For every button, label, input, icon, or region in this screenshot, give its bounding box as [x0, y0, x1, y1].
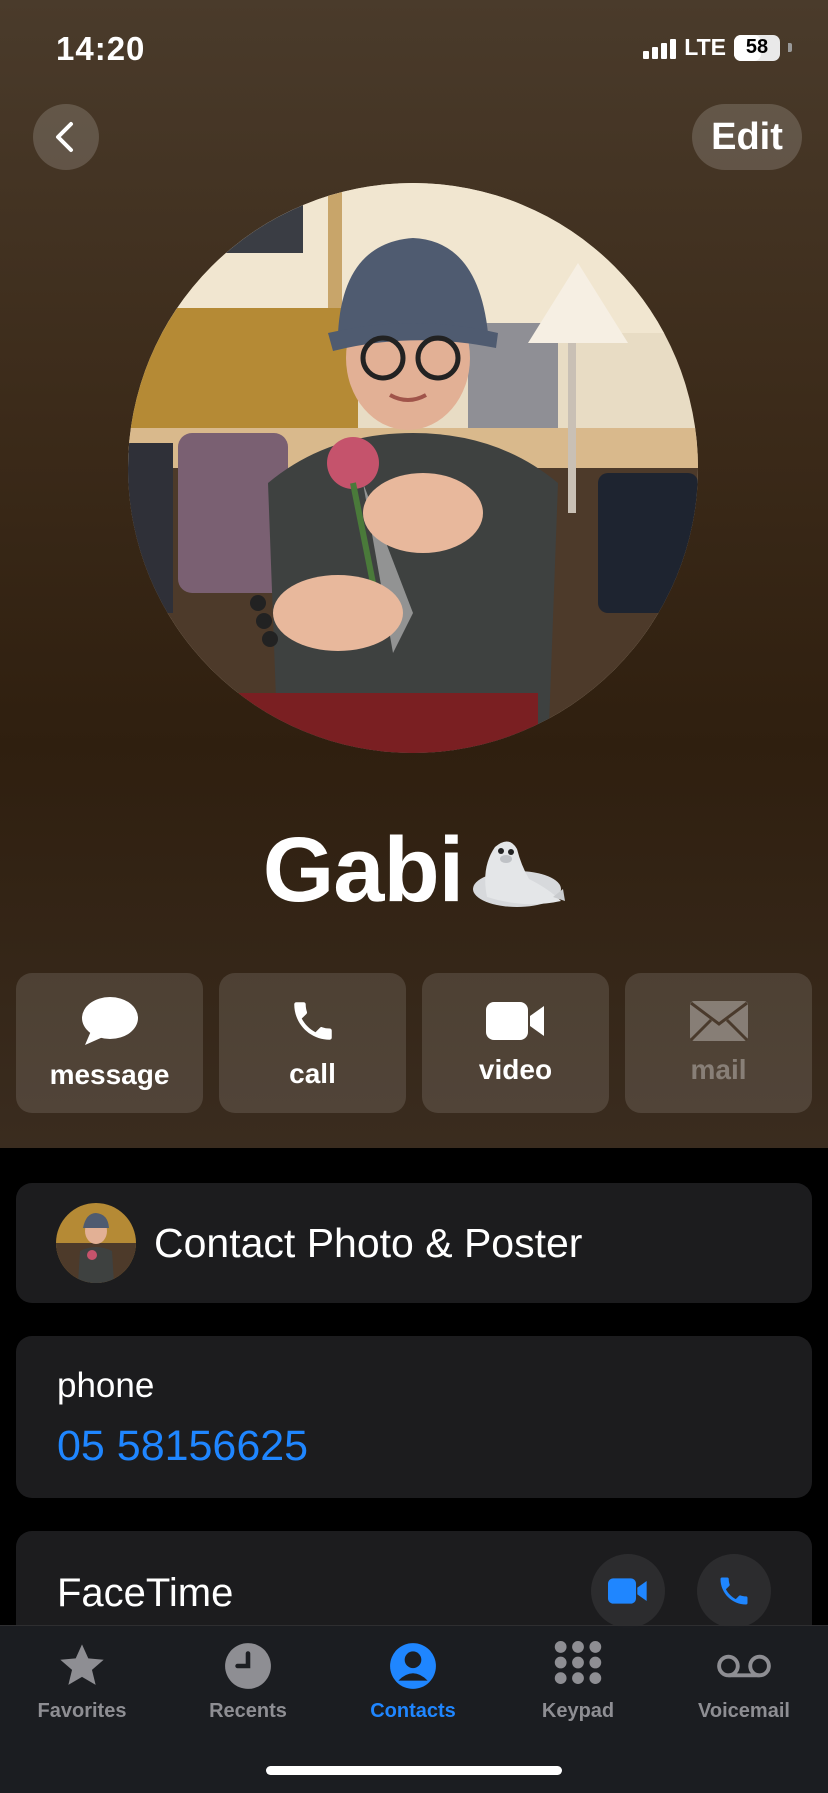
- tab-voicemail-label: Voicemail: [698, 1700, 790, 1722]
- status-bar-right: LTE 58: [643, 34, 792, 61]
- call-button[interactable]: call: [219, 973, 406, 1113]
- battery-tip: [788, 43, 792, 52]
- battery-icon: 58: [734, 34, 780, 61]
- tab-contacts-label: Contacts: [370, 1700, 456, 1722]
- seal-emoji-icon: [473, 840, 566, 907]
- phone-icon: [293, 1002, 332, 1040]
- message-label: message: [49, 1059, 170, 1090]
- contact-name: Gabi: [262, 819, 464, 921]
- tab-recents[interactable]: Recents: [173, 1638, 323, 1723]
- video-label: video: [478, 1054, 553, 1085]
- facetime-label: FaceTime: [57, 1571, 234, 1615]
- contact-photo-poster-row[interactable]: Contact Photo & Poster: [16, 1183, 812, 1303]
- message-button[interactable]: message: [16, 973, 203, 1113]
- tab-favorites[interactable]: Favorites: [7, 1638, 157, 1723]
- tab-favorites-label: Favorites: [37, 1700, 127, 1722]
- phone-number[interactable]: 05 58156625: [57, 1422, 308, 1471]
- tab-contacts[interactable]: Contacts: [338, 1638, 488, 1723]
- chevron-left-icon: [56, 122, 73, 152]
- status-time: 14:20: [56, 30, 146, 67]
- contact-name-row: Gabi: [0, 818, 828, 923]
- back-button[interactable]: [33, 104, 99, 170]
- facetime-audio-button[interactable]: [697, 1554, 771, 1628]
- video-camera-icon: [485, 1002, 544, 1040]
- phone-icon: [720, 1577, 748, 1605]
- call-label: call: [289, 1058, 336, 1089]
- mail-button[interactable]: mail: [625, 973, 812, 1113]
- network-type: LTE: [684, 34, 726, 60]
- contact-photo: [128, 183, 698, 753]
- star-icon: [60, 1644, 104, 1685]
- poster-thumbnail: [56, 1203, 136, 1283]
- message-bubble-icon: [81, 997, 138, 1045]
- phone-label: phone: [57, 1366, 155, 1405]
- signal-icon: [643, 37, 677, 59]
- person-circle-icon: [390, 1643, 436, 1689]
- quick-actions: message call video mail: [16, 973, 812, 1113]
- tab-keypad-label: Keypad: [541, 1700, 615, 1722]
- tab-voicemail[interactable]: Voicemail: [669, 1638, 819, 1723]
- home-indicator: [266, 1766, 562, 1775]
- tab-recents-label: Recents: [209, 1700, 287, 1722]
- phone-card: phone 05 58156625: [16, 1336, 812, 1498]
- battery-percent: 58: [745, 36, 769, 58]
- poster-label: Contact Photo & Poster: [154, 1219, 583, 1266]
- envelope-icon: [689, 1001, 748, 1042]
- clock-icon: [225, 1643, 271, 1689]
- facetime-video-button[interactable]: [591, 1554, 665, 1628]
- contact-header: 14:20 LTE 58 Edit Gabi message call vide…: [0, 0, 828, 1148]
- keypad-icon: [554, 1641, 602, 1685]
- voicemail-icon: [717, 1654, 771, 1678]
- mail-label: mail: [690, 1054, 747, 1085]
- video-button[interactable]: video: [422, 973, 609, 1113]
- video-camera-icon: [608, 1578, 647, 1604]
- edit-button[interactable]: Edit: [692, 104, 802, 170]
- tab-keypad[interactable]: Keypad: [503, 1638, 653, 1723]
